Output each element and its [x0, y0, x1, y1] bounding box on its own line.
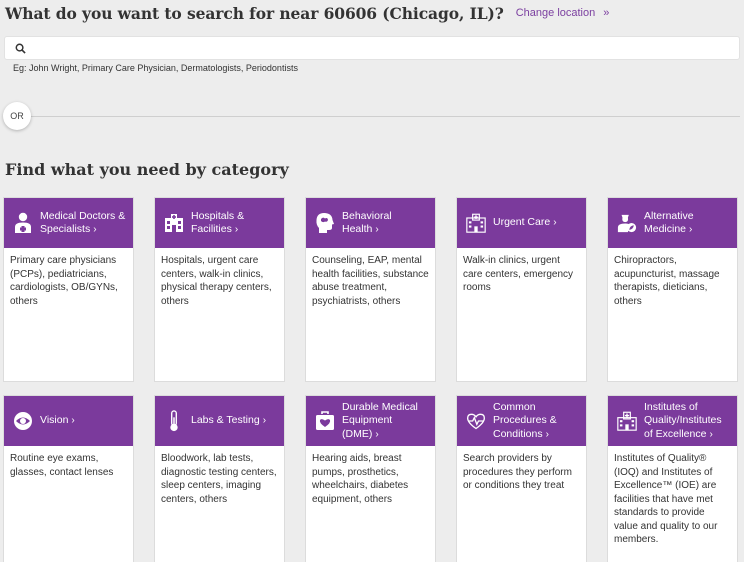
- chevron-right-icon: ›: [93, 224, 97, 235]
- search-bar[interactable]: [4, 36, 740, 60]
- category-card-institutes-of-quality: Institutes of Quality/Institutes of Exce…: [607, 395, 738, 562]
- chevron-right-icon: ›: [375, 428, 379, 440]
- chevron-right-icon: ›: [71, 415, 75, 427]
- category-link-hospitals[interactable]: Hospitals & Facilities ›: [155, 198, 284, 248]
- category-label: Vision: [40, 414, 69, 427]
- category-link-labs-testing[interactable]: Labs & Testing ›: [155, 396, 284, 446]
- category-label: Urgent Care: [493, 216, 551, 229]
- category-description: Institutes of Quality® (IOQ) and Institu…: [614, 453, 718, 545]
- eye-icon: [12, 408, 34, 434]
- category-card-medical-doctors: Medical Doctors & Specialists › Primary c…: [3, 197, 134, 382]
- or-badge: OR: [3, 102, 31, 130]
- category-link-alternative-medicine[interactable]: Alternative Medicine ›: [608, 198, 737, 248]
- chevron-right-icon: ›: [709, 428, 713, 440]
- category-card-labs-testing: Labs & Testing › Bloodwork, lab tests, di…: [154, 395, 285, 562]
- category-label: Durable Medical Equipment (DME): [342, 400, 418, 440]
- category-description: Hearing aids, breast pumps, prosthetics,…: [312, 453, 409, 505]
- or-divider: OR: [3, 102, 744, 130]
- category-description: Primary care physicians (PCPs), pediatri…: [10, 255, 118, 307]
- chevron-right-icon: ›: [553, 217, 557, 229]
- category-card-durable-medical-equipment: Durable Medical Equipment (DME) › Hearing…: [305, 395, 436, 562]
- page-header: What do you want to search for near 6060…: [5, 2, 609, 24]
- hospital-icon: [163, 210, 185, 236]
- search-input[interactable]: [32, 38, 739, 58]
- page-title: What do you want to search for near 6060…: [5, 3, 504, 23]
- chevron-right-icon: ›: [545, 428, 549, 440]
- category-link-institutes-of-quality[interactable]: Institutes of Quality/Institutes of Exce…: [608, 396, 737, 446]
- category-link-urgent-care[interactable]: Urgent Care ›: [457, 198, 586, 248]
- chevron-right-icon: ›: [262, 415, 267, 427]
- category-link-vision[interactable]: Vision ›: [4, 396, 133, 446]
- category-description: Search providers by procedures they perf…: [463, 453, 572, 491]
- category-description: Walk-in clinics, urgent care centers, em…: [463, 255, 574, 293]
- doctor-icon: [12, 210, 34, 236]
- chevron-right-icon: ›: [234, 224, 239, 235]
- category-link-medical-doctors[interactable]: Medical Doctors & Specialists ›: [4, 198, 133, 248]
- category-description: Chiropractors, acupuncturist, massage th…: [614, 255, 720, 307]
- category-description: Routine eye exams, glasses, contact lens…: [10, 453, 114, 478]
- medical-bag-icon: [314, 408, 336, 434]
- category-link-durable-medical-equipment[interactable]: Durable Medical Equipment (DME) ›: [306, 396, 435, 446]
- chevron-right-icon: ›: [689, 224, 693, 235]
- change-location-link[interactable]: Change location: [516, 7, 596, 19]
- category-card-urgent-care: Urgent Care › Walk-in clinics, urgent car…: [456, 197, 587, 382]
- category-card-common-procedures: Common Procedures & Conditions › Search p…: [456, 395, 587, 562]
- chevron-right-icon[interactable]: »: [603, 7, 609, 19]
- thermometer-icon: [163, 408, 185, 434]
- category-link-behavioral-health[interactable]: Behavioral Health ›: [306, 198, 435, 248]
- category-description: Counseling, EAP, mental health facilitie…: [312, 255, 429, 307]
- category-section-title: Find what you need by category: [5, 160, 289, 179]
- category-label: Alternative Medicine: [644, 209, 694, 236]
- divider-line: [31, 116, 740, 117]
- category-label: Behavioral Health: [342, 209, 392, 236]
- category-card-hospitals: Hospitals & Facilities › Hospitals, urgen…: [154, 197, 285, 382]
- search-icon: [15, 43, 26, 54]
- head-brain-icon: [314, 210, 336, 236]
- institute-building-icon: [616, 408, 638, 434]
- category-link-common-procedures[interactable]: Common Procedures & Conditions ›: [457, 396, 586, 446]
- category-label: Labs & Testing: [191, 414, 260, 427]
- category-label: Medical Doctors & Specialists: [40, 209, 126, 236]
- category-description: Hospitals, urgent care centers, walk-in …: [161, 255, 272, 307]
- category-card-alternative-medicine: Alternative Medicine › Chiropractors, acu…: [607, 197, 738, 382]
- category-card-vision: Vision › Routine eye exams, glasses, cont…: [3, 395, 134, 562]
- urgent-care-building-icon: [465, 210, 487, 236]
- heartbeat-icon: [465, 408, 487, 434]
- chevron-right-icon: ›: [375, 224, 379, 235]
- search-example-text: Eg: John Wright, Primary Care Physician,…: [13, 63, 298, 73]
- category-description: Bloodwork, lab tests, diagnostic testing…: [161, 453, 277, 505]
- category-card-behavioral-health: Behavioral Health › Counseling, EAP, ment…: [305, 197, 436, 382]
- alternative-medicine-icon: [616, 210, 638, 236]
